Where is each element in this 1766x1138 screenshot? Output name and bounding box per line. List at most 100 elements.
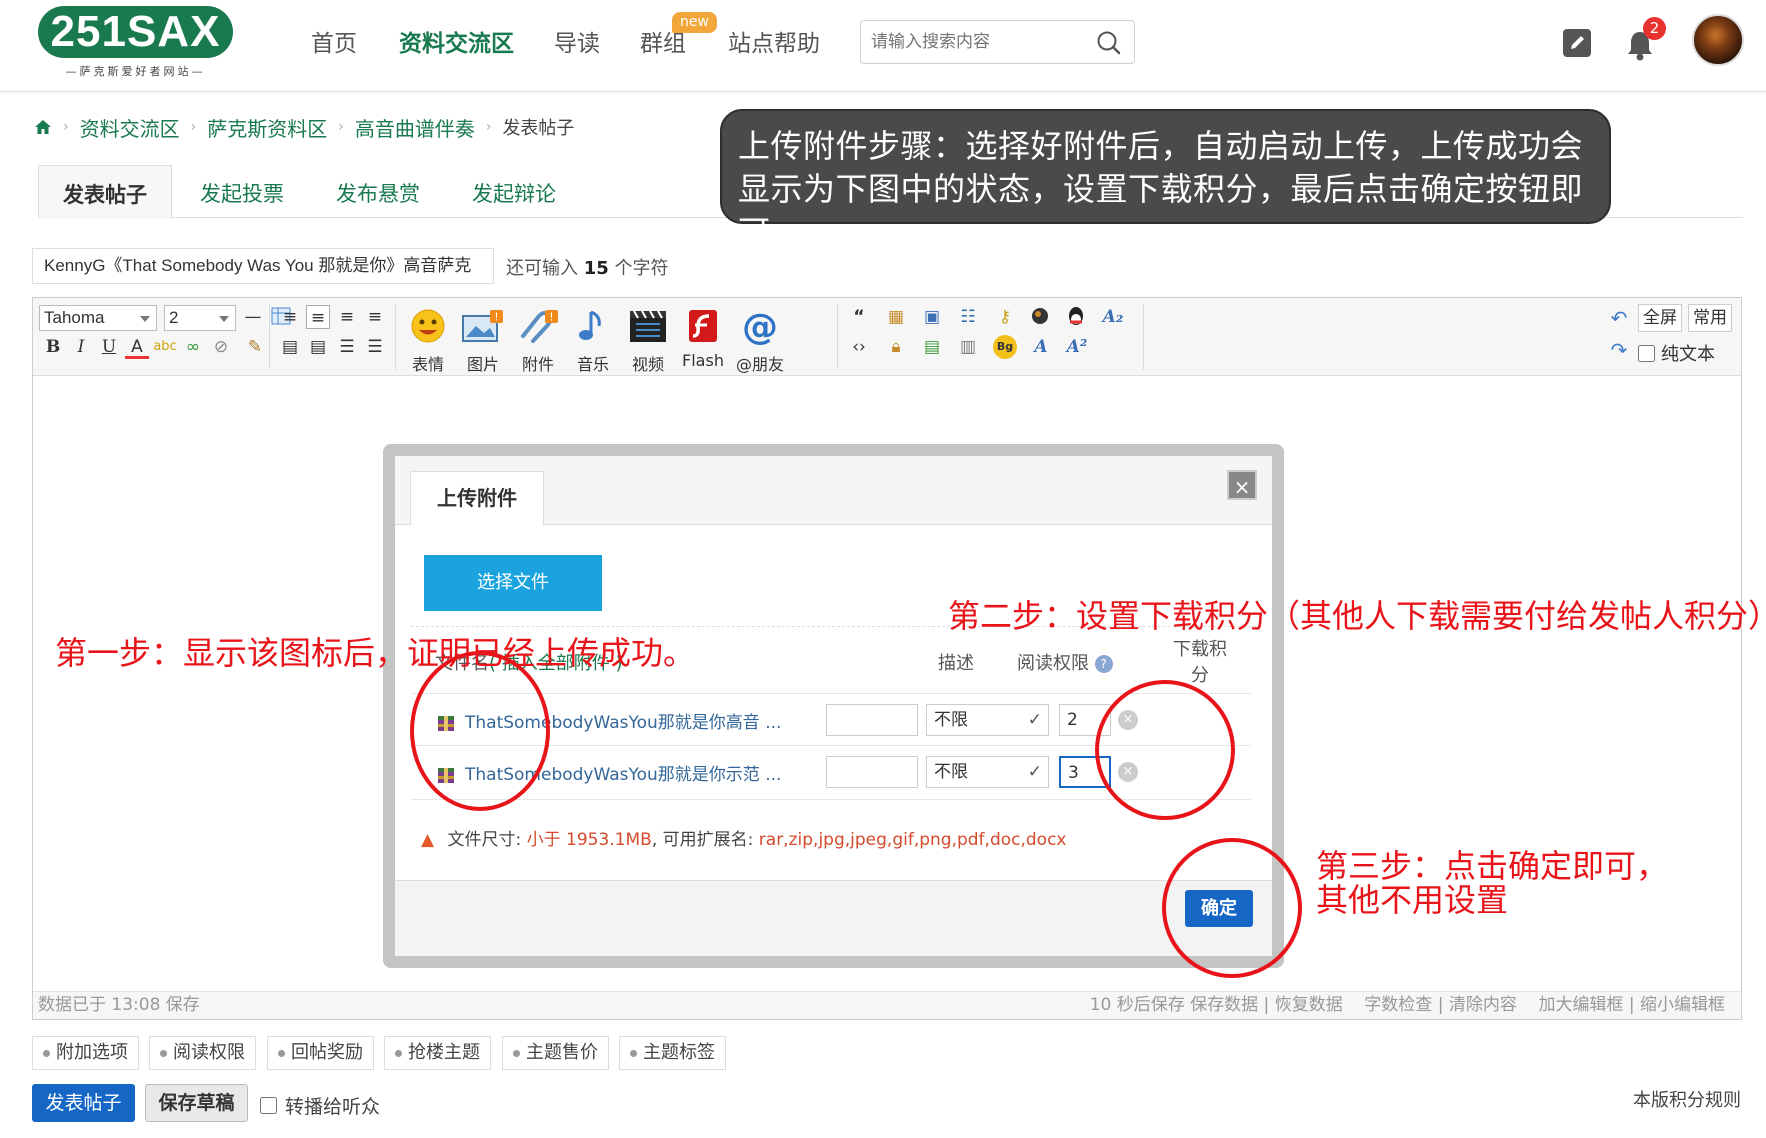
horizontal-rule-icon[interactable]: — <box>241 305 265 329</box>
index-icon[interactable]: ☷ <box>956 305 980 329</box>
link-icon[interactable]: ∞ <box>181 335 205 359</box>
redo-icon[interactable]: ↷ <box>1607 338 1631 362</box>
close-icon[interactable]: × <box>1227 470 1257 500</box>
col-read-permission: 阅读权限 ? <box>1017 649 1113 675</box>
align-left-icon[interactable]: ≡ <box>278 305 302 329</box>
text-color-icon[interactable]: A <box>125 335 149 359</box>
relay-label: 转播给听众 <box>285 1096 381 1118</box>
choose-file-button[interactable]: 选择文件 <box>424 555 602 611</box>
password-icon[interactable]: ⚷ <box>993 305 1017 329</box>
breadcrumb-link-sax[interactable]: 萨克斯资料区 <box>207 113 327 142</box>
float-left-icon[interactable]: ▤ <box>278 335 302 359</box>
hide-icon[interactable]: 🔒︎ <box>884 335 908 359</box>
music-button[interactable]: 音乐 <box>568 306 618 374</box>
plain-text-label: 纯文本 <box>1661 344 1715 365</box>
nav-home[interactable]: 首页 <box>311 24 357 58</box>
float-right-icon[interactable]: ▤ <box>306 335 330 359</box>
common-mode-button[interactable]: 常用 <box>1688 304 1732 332</box>
editor-status-bar: 数据已于 13:08 保存 10 秒后保存 保存数据 | 恢复数据 字数检查 |… <box>33 991 1741 1019</box>
unlink-icon[interactable]: ⊘ <box>209 335 233 359</box>
align-center-icon[interactable]: ≡ <box>306 305 330 329</box>
align-justify-icon[interactable]: ≡ <box>335 305 359 329</box>
subscript-icon[interactable]: A₂ <box>1101 305 1125 329</box>
video-button[interactable]: 视频 <box>623 306 673 374</box>
align-right-icon[interactable]: ≡ <box>363 305 387 329</box>
spell-check-icon[interactable]: abc <box>153 335 177 359</box>
tab-poll[interactable]: 发起投票 <box>200 165 284 218</box>
home-icon[interactable] <box>34 118 52 136</box>
code-icon[interactable]: ‹› <box>847 335 871 359</box>
background-color-icon[interactable]: Bg <box>993 335 1017 359</box>
quote-icon[interactable]: “ <box>847 305 871 329</box>
option-read-permission[interactable]: 阅读权限 <box>149 1036 256 1070</box>
fullscreen-button[interactable]: 全屏 <box>1638 304 1682 332</box>
superscript-icon[interactable]: A² <box>1065 335 1089 359</box>
save-draft-button[interactable]: 保存草稿 <box>145 1084 248 1122</box>
post-title-input[interactable]: KennyG《That Somebody Was You 那就是你》高音萨克 <box>32 248 494 284</box>
attachment-description-input[interactable] <box>826 756 918 788</box>
attachment-description-input[interactable] <box>826 704 918 736</box>
bold-icon[interactable]: B <box>41 335 65 359</box>
annotation-circle-confirm <box>1162 838 1302 978</box>
font-size-select[interactable]: 2 <box>164 305 236 331</box>
free-icon[interactable]: ▦ <box>884 305 908 329</box>
attachment-permission-select[interactable]: 不限 ✓ <box>926 704 1049 736</box>
plain-text-checkbox[interactable] <box>1638 344 1655 362</box>
underline-icon[interactable]: U <box>97 335 121 359</box>
tab-new-post[interactable]: 发表帖子 <box>38 165 172 219</box>
nav-help[interactable]: 站点帮助 <box>728 24 820 58</box>
breadcrumb-current: 发表帖子 <box>502 118 575 139</box>
font-style-icon[interactable]: A <box>1029 335 1053 359</box>
tab-upload-attachment[interactable]: 上传附件 <box>410 471 544 526</box>
remain-count: 15 <box>583 258 609 279</box>
undo-icon[interactable]: ↶ <box>1607 306 1631 330</box>
download-icon[interactable]: ▤ <box>920 335 944 359</box>
tab-reward[interactable]: 发布悬赏 <box>336 165 420 218</box>
tab-debate[interactable]: 发起辩论 <box>472 165 556 218</box>
nav-resources[interactable]: 资料交流区 <box>399 24 514 58</box>
limit-size: 小于 1953.1MB <box>526 830 652 850</box>
annotation-circle-points <box>1095 680 1235 820</box>
search-input[interactable] <box>871 29 1091 55</box>
option-floor-topic[interactable]: 抢楼主题 <box>384 1036 491 1070</box>
mention-button[interactable]: @ @朋友 <box>735 306 785 374</box>
breadcrumb-link-resources[interactable]: 资料交流区 <box>80 113 180 142</box>
editor-actions[interactable]: 10 秒后保存 保存数据 | 恢复数据 字数检查 | 清除内容 加大编辑框 | … <box>1090 992 1725 1018</box>
option-reply-reward[interactable]: 回帖奖励 <box>267 1036 374 1070</box>
italic-icon[interactable]: I <box>69 335 93 359</box>
unordered-list-icon[interactable]: ☰ <box>363 335 387 359</box>
board-points-rules-link[interactable]: 本版积分规则 <box>1633 1086 1741 1112</box>
clear-format-icon[interactable]: ✎ <box>243 335 267 359</box>
ordered-list-icon[interactable]: ☰ <box>335 335 359 359</box>
qq-icon[interactable] <box>1065 305 1089 329</box>
option-topic-price[interactable]: 主题售价 <box>502 1036 609 1070</box>
option-extra-label: 附加选项 <box>56 1042 128 1063</box>
relay-checkbox[interactable] <box>260 1097 277 1114</box>
user-avatar[interactable] <box>1692 14 1744 66</box>
columns-icon[interactable]: ▥ <box>956 335 980 359</box>
page-icon[interactable]: ▣ <box>920 305 944 329</box>
option-extra[interactable]: 附加选项 <box>32 1036 139 1070</box>
breadcrumb-link-soprano[interactable]: 高音曲谱伴奏 <box>355 113 475 142</box>
option-topic-price-label: 主题售价 <box>526 1042 598 1063</box>
search-icon[interactable] <box>1096 30 1122 56</box>
relay-toggle[interactable]: 转播给听众 <box>260 1092 380 1119</box>
option-topic-tags[interactable]: 主题标签 <box>619 1036 726 1070</box>
site-header: 251SAX —萨克斯爱好者网站— 首页 资料交流区 导读 群组 new 站点帮… <box>0 0 1766 92</box>
permission-value: 不限 <box>934 762 968 782</box>
site-logo[interactable]: 251SAX —萨克斯爱好者网站— <box>38 6 233 82</box>
help-icon[interactable]: ? <box>1094 655 1113 673</box>
image-button[interactable]: ! 图片 <box>458 306 508 374</box>
emoticon-button[interactable]: 表情 <box>403 306 453 374</box>
write-post-icon[interactable] <box>1563 29 1591 57</box>
mention-label: @朋友 <box>735 355 784 374</box>
nav-guide[interactable]: 导读 <box>554 24 600 58</box>
flash-button[interactable]: Flash <box>678 306 728 372</box>
font-family-select[interactable]: Tahoma <box>39 305 157 331</box>
media-icon[interactable] <box>1029 305 1053 329</box>
col-download-points: 下载积分 <box>1170 635 1230 687</box>
plain-text-toggle[interactable]: 纯文本 <box>1638 340 1715 366</box>
attachment-permission-select[interactable]: 不限 ✓ <box>926 756 1049 788</box>
attachment-button[interactable]: ! 附件 <box>513 306 563 374</box>
publish-post-button[interactable]: 发表帖子 <box>32 1084 135 1122</box>
